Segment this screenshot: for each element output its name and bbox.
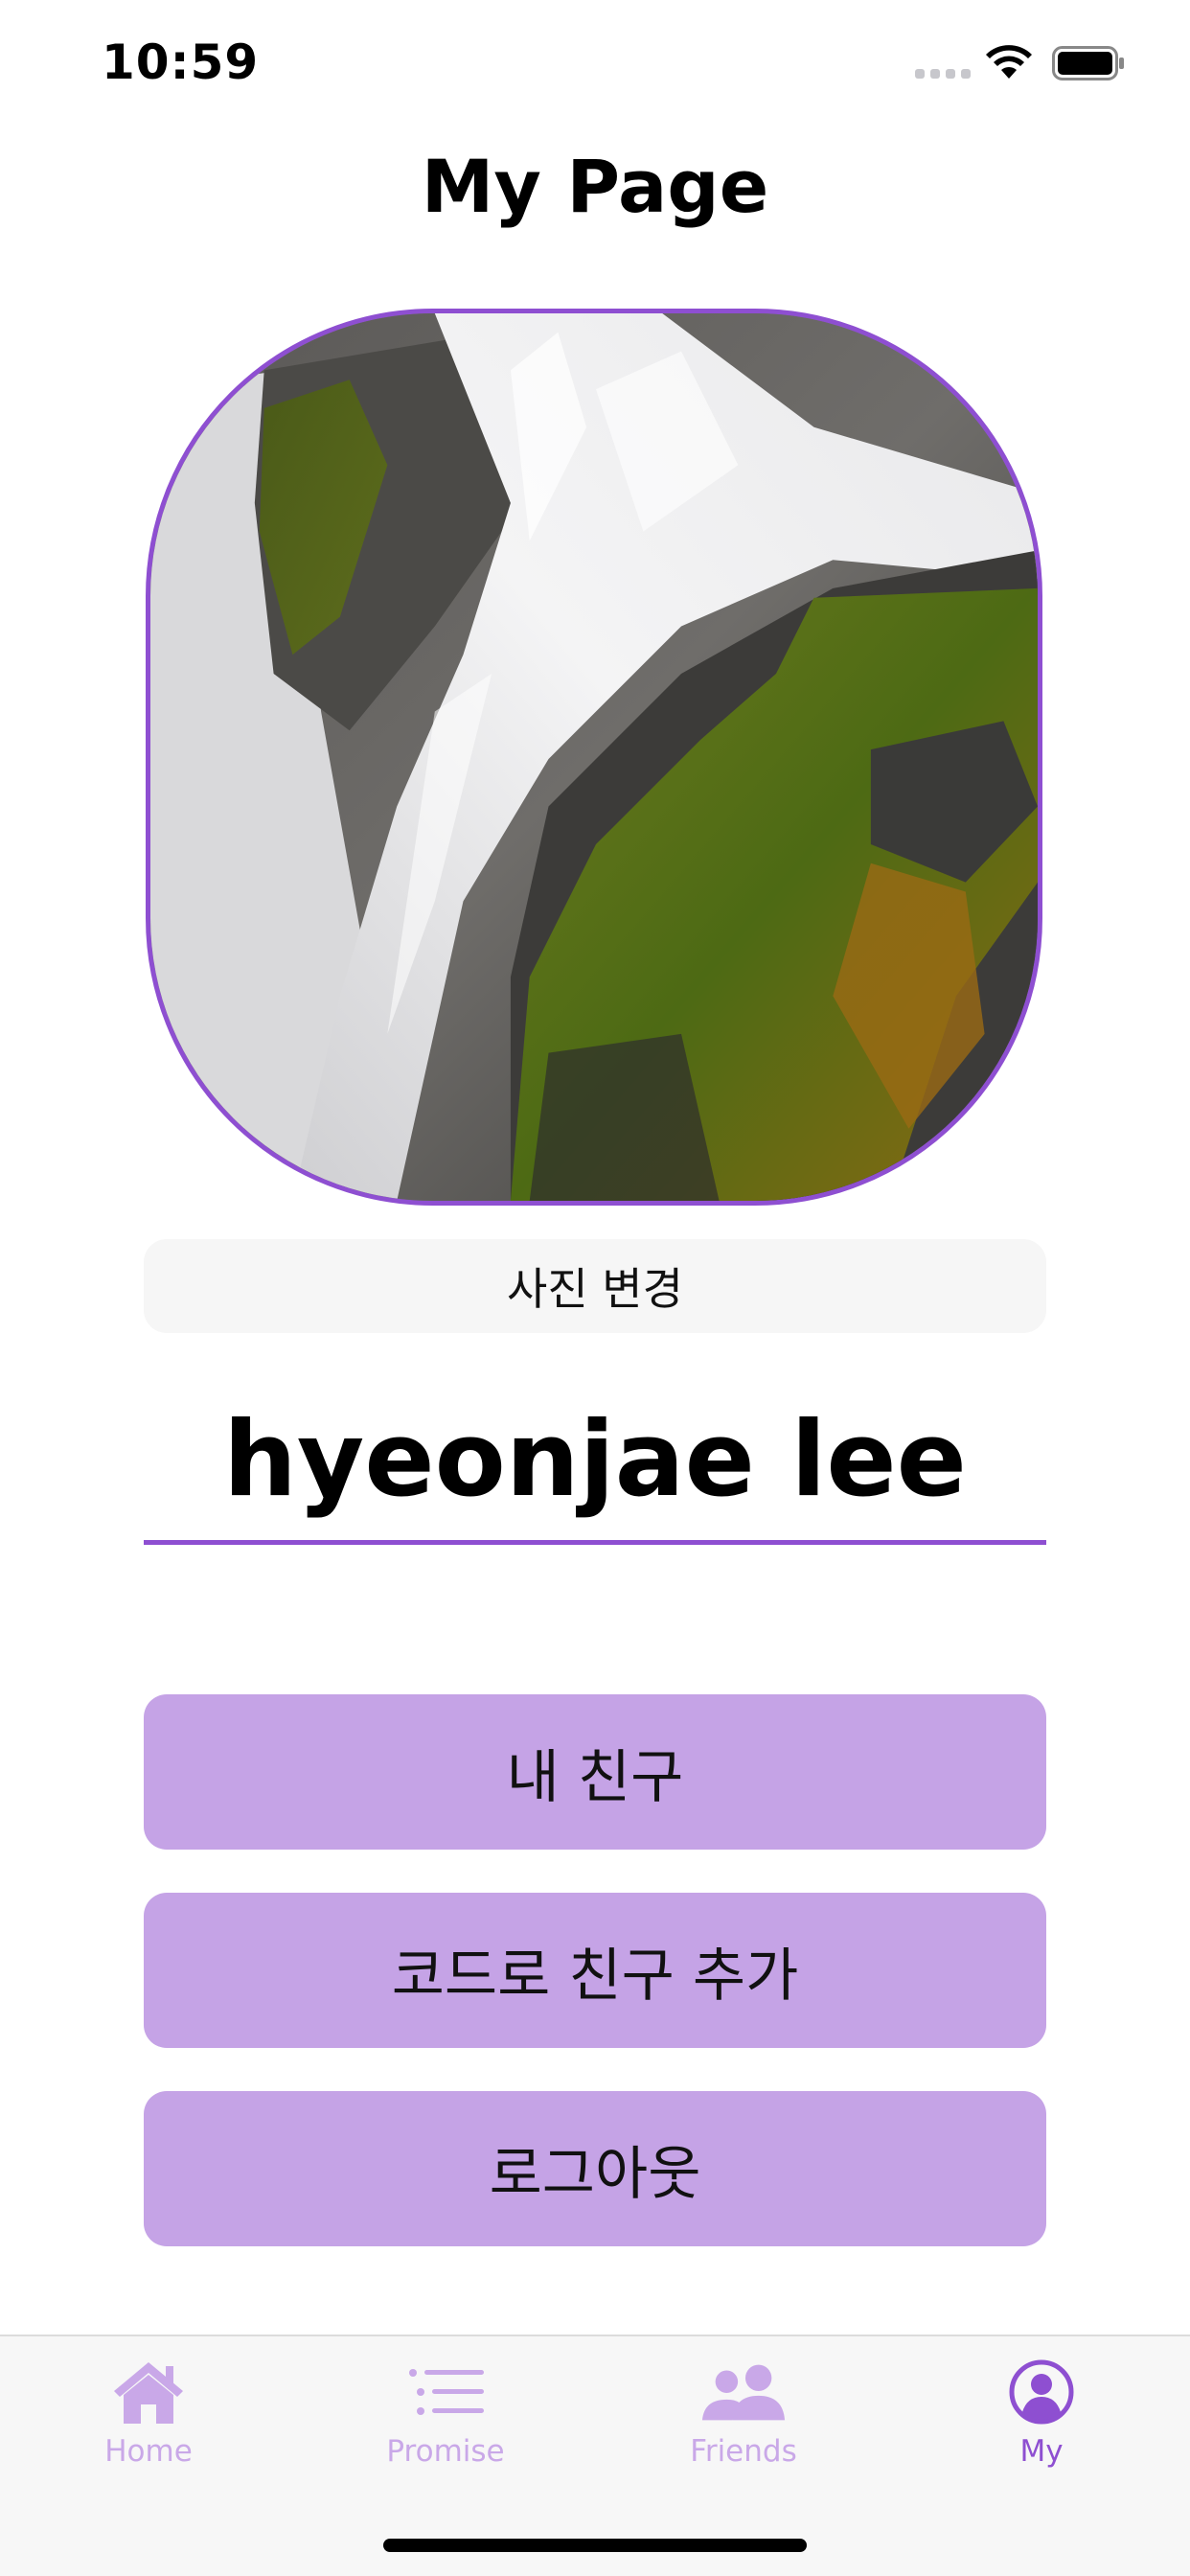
status-bar: 10:59 [0, 0, 1190, 126]
change-photo-button[interactable]: 사진 변경 [144, 1239, 1046, 1333]
my-friends-button[interactable]: 내 친구 [144, 1694, 1046, 1850]
tab-bar: Home Promise Friends My [0, 2334, 1190, 2576]
house-icon [105, 2358, 192, 2426]
tab-friends-label: Friends [690, 2434, 797, 2469]
battery-icon [1052, 46, 1124, 80]
add-friend-by-code-button[interactable]: 코드로 친구 추가 [144, 1893, 1046, 2048]
wifi-icon [986, 45, 1032, 79]
tab-home-label: Home [104, 2434, 193, 2469]
page-title: My Page [421, 144, 769, 229]
status-time: 10:59 [102, 34, 260, 90]
people-icon [700, 2358, 787, 2426]
tab-home[interactable]: Home [53, 2358, 244, 2492]
home-indicator [383, 2539, 807, 2552]
tab-my-label: My [1019, 2434, 1064, 2469]
tab-promise[interactable]: Promise [350, 2358, 541, 2492]
logout-button[interactable]: 로그아웃 [144, 2091, 1046, 2246]
cellular-signal-icon [915, 69, 971, 79]
name-field[interactable]: hyeonjae lee [144, 1380, 1046, 1545]
tab-promise-label: Promise [386, 2434, 505, 2469]
person-circle-icon [998, 2358, 1085, 2426]
waterfall-photo [150, 313, 1038, 1201]
my-page-screen: 10:59 My Page 사진 변경 hyeonjae lee 내 친구 코드… [0, 0, 1190, 2576]
list-icon [402, 2358, 489, 2426]
tab-my[interactable]: My [946, 2358, 1137, 2492]
profile-photo [146, 309, 1042, 1206]
tab-friends[interactable]: Friends [648, 2358, 839, 2492]
